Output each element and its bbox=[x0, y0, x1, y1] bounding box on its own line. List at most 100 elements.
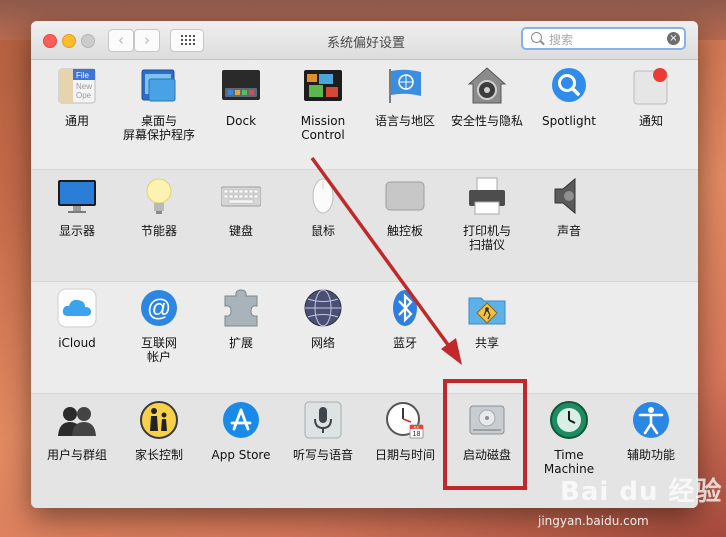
svg-text:File: File bbox=[76, 71, 89, 80]
pref-label: 网络 bbox=[310, 336, 335, 350]
pref-label: Spotlight bbox=[542, 114, 596, 128]
pref-label: 日期与时间 bbox=[374, 448, 435, 462]
pref-sharing[interactable]: 共享 bbox=[446, 288, 528, 350]
sharing-folder-icon bbox=[467, 288, 507, 328]
pref-time-machine[interactable]: Time Machine bbox=[528, 400, 610, 476]
svg-text:@: @ bbox=[147, 295, 171, 322]
pref-users-groups[interactable]: 用户与群组 bbox=[36, 400, 118, 462]
pref-label: 触控板 bbox=[386, 224, 423, 238]
pref-label: 通用 bbox=[64, 114, 89, 128]
pref-row-internet: iCloud @ 互联网 帐户 扩展 网络 蓝牙 共享 bbox=[31, 282, 698, 394]
pref-label: 安全性与隐私 bbox=[450, 114, 523, 128]
pref-accessibility[interactable]: 辅助功能 bbox=[610, 400, 692, 462]
pref-energy-saver[interactable]: 节能器 bbox=[118, 176, 200, 238]
light-bulb-icon bbox=[139, 176, 179, 216]
show-all-button[interactable] bbox=[170, 29, 204, 52]
clock-calendar-icon: JUL 18 bbox=[385, 400, 425, 440]
pref-displays[interactable]: 显示器 bbox=[36, 176, 118, 238]
pref-spotlight[interactable]: Spotlight bbox=[528, 66, 610, 128]
pref-label: Dock bbox=[225, 114, 257, 128]
pref-label: Mission Control bbox=[300, 114, 346, 142]
pref-general[interactable]: File New Ope 通用 bbox=[36, 66, 118, 128]
pref-trackpad[interactable]: 触控板 bbox=[364, 176, 446, 238]
pref-mouse[interactable]: 鼠标 bbox=[282, 176, 364, 238]
pref-mission-control[interactable]: Mission Control bbox=[282, 66, 364, 142]
watermark-url: jingyan.baidu.com bbox=[538, 514, 649, 528]
baidu-watermark: Bai du 经验 bbox=[560, 477, 723, 507]
display-monitor-icon bbox=[57, 176, 97, 216]
pref-label: 辅助功能 bbox=[626, 448, 675, 462]
chevron-left-icon: ‹ bbox=[118, 31, 124, 49]
pref-printers-scanners[interactable]: 打印机与 扫描仪 bbox=[446, 176, 528, 252]
pref-keyboard[interactable]: 键盘 bbox=[200, 176, 282, 238]
pref-bluetooth[interactable]: 蓝牙 bbox=[364, 288, 446, 350]
svg-text:New: New bbox=[76, 82, 92, 91]
system-preferences-window: ‹ › 系统偏好设置 搜索 × File New Ope 通用 桌面与 屏幕保护… bbox=[31, 21, 698, 508]
pref-dictation-speech[interactable]: 听写与语音 bbox=[282, 400, 364, 462]
pref-parental-controls[interactable]: 家长控制 bbox=[118, 400, 200, 462]
spotlight-icon bbox=[549, 66, 589, 106]
pref-row-hardware: 显示器 节能器 键盘 鼠标 触控板 打印机与 扫描仪 声音 bbox=[31, 170, 698, 282]
pref-label: 显示器 bbox=[58, 224, 95, 238]
back-button[interactable]: ‹ bbox=[108, 29, 134, 52]
pref-desktop-screensaver[interactable]: 桌面与 屏幕保护程序 bbox=[118, 66, 200, 142]
pref-label: 家长控制 bbox=[134, 448, 183, 462]
pref-label: 鼠标 bbox=[310, 224, 335, 238]
time-machine-icon bbox=[549, 400, 589, 440]
svg-text:JUL: JUL bbox=[413, 426, 419, 430]
search-input[interactable]: 搜索 × bbox=[521, 27, 686, 50]
clear-search-icon[interactable]: × bbox=[667, 32, 680, 45]
pref-dock[interactable]: Dock bbox=[200, 66, 282, 128]
printer-icon bbox=[467, 176, 507, 216]
house-lock-icon bbox=[467, 66, 507, 106]
pref-label: 语言与地区 bbox=[374, 114, 435, 128]
pref-label: 声音 bbox=[556, 224, 581, 238]
users-icon bbox=[57, 400, 97, 440]
close-window-button[interactable] bbox=[43, 34, 57, 48]
microphone-icon bbox=[303, 400, 343, 440]
pref-security-privacy[interactable]: 安全性与隐私 bbox=[446, 66, 528, 128]
pref-extensions[interactable]: 扩展 bbox=[200, 288, 282, 350]
dock-icon bbox=[221, 66, 261, 106]
mouse-icon bbox=[303, 176, 343, 216]
minimize-window-button[interactable] bbox=[62, 34, 76, 48]
pref-network[interactable]: 网络 bbox=[282, 288, 364, 350]
svg-text:18: 18 bbox=[413, 431, 421, 438]
pref-sound[interactable]: 声音 bbox=[528, 176, 610, 238]
pref-label: iCloud bbox=[58, 336, 96, 350]
chevron-right-icon: › bbox=[144, 31, 150, 49]
pref-language-region[interactable]: 语言与地区 bbox=[364, 66, 446, 128]
pref-internet-accounts[interactable]: @ 互联网 帐户 bbox=[118, 288, 200, 364]
at-sign-icon: @ bbox=[139, 288, 179, 328]
window-title: 系统偏好设置 bbox=[326, 36, 405, 51]
pref-date-time[interactable]: JUL 18 日期与时间 bbox=[364, 400, 446, 462]
pref-label: 共享 bbox=[474, 336, 499, 350]
annotation-highlight-box bbox=[443, 379, 527, 490]
search-icon bbox=[531, 32, 542, 43]
pref-label: 蓝牙 bbox=[392, 336, 417, 350]
title-bar: ‹ › 系统偏好设置 搜索 × bbox=[31, 21, 698, 60]
pref-app-store[interactable]: App Store bbox=[200, 400, 282, 462]
pref-label: 互联网 帐户 bbox=[140, 336, 177, 364]
general-icon: File New Ope bbox=[57, 66, 97, 106]
pref-row-personal: File New Ope 通用 桌面与 屏幕保护程序 Dock Mission … bbox=[31, 60, 698, 170]
puzzle-piece-icon bbox=[221, 288, 261, 328]
bluetooth-icon bbox=[385, 288, 425, 328]
icloud-icon bbox=[57, 288, 97, 328]
pref-notifications[interactable]: 通知 bbox=[610, 66, 692, 128]
mission-control-icon bbox=[303, 66, 343, 106]
forward-button[interactable]: › bbox=[134, 29, 160, 52]
keyboard-icon bbox=[220, 176, 262, 216]
desktop-screensaver-icon bbox=[139, 66, 179, 106]
pref-label: 桌面与 屏幕保护程序 bbox=[122, 114, 195, 142]
svg-text:Ope: Ope bbox=[76, 91, 92, 100]
trackpad-icon bbox=[385, 176, 425, 216]
zoom-window-button[interactable] bbox=[81, 34, 95, 48]
pref-label: 键盘 bbox=[228, 224, 253, 238]
pref-label: 打印机与 扫描仪 bbox=[462, 224, 511, 252]
pref-label: App Store bbox=[211, 448, 271, 462]
pref-label: 扩展 bbox=[228, 336, 253, 350]
pref-label: 节能器 bbox=[140, 224, 177, 238]
speaker-icon bbox=[549, 176, 589, 216]
pref-icloud[interactable]: iCloud bbox=[36, 288, 118, 350]
